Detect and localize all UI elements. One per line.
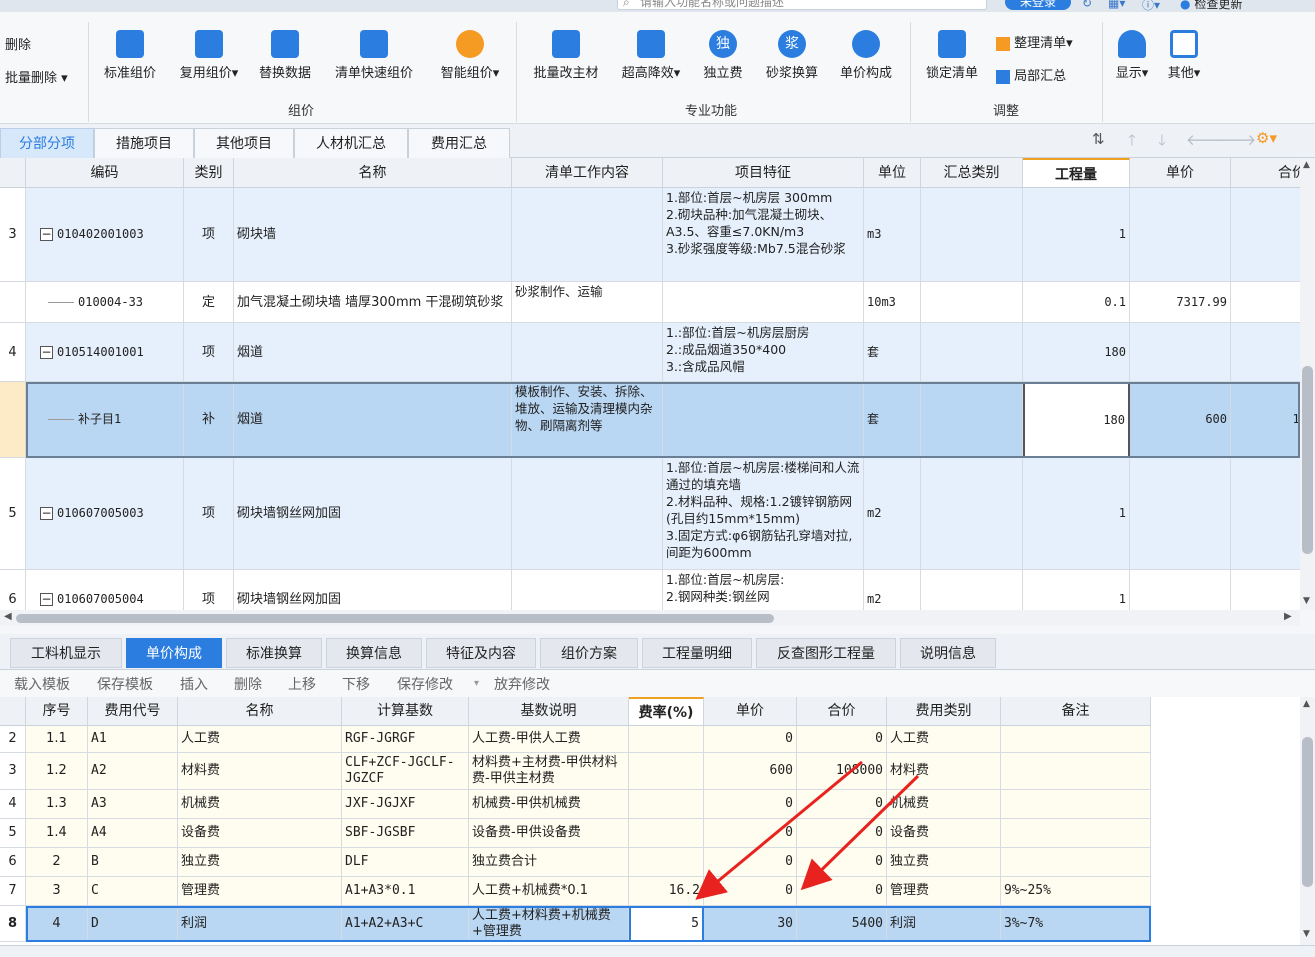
annotation-arrows <box>695 760 920 900</box>
arrow-to-rate <box>695 760 863 900</box>
arrow-to-price <box>800 774 920 891</box>
